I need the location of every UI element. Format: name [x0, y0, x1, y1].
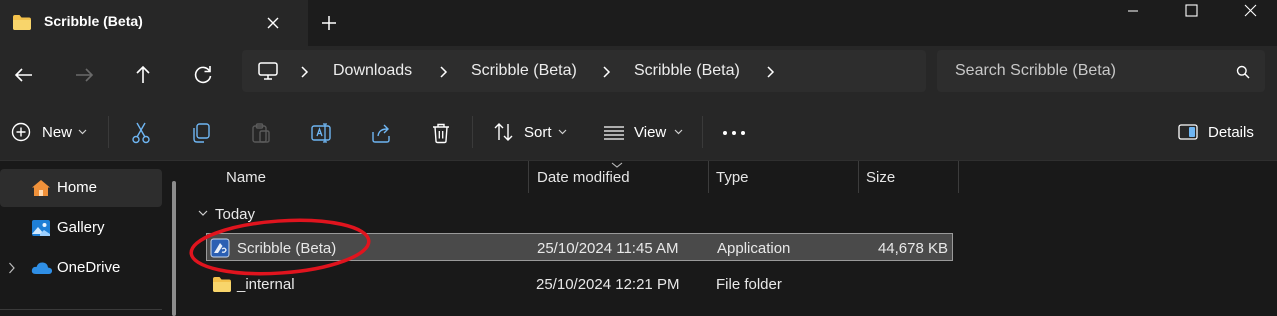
column-divider[interactable] — [858, 161, 859, 193]
forward-icon — [69, 60, 99, 90]
rename-icon[interactable] — [310, 122, 332, 144]
sidebar-item-label: OneDrive — [57, 259, 121, 276]
sidebar-item-gallery[interactable]: Gallery — [0, 209, 162, 247]
search-box[interactable]: Search Scribble (Beta) — [937, 50, 1265, 92]
column-header-size[interactable]: Size — [866, 169, 895, 186]
file-type: Application — [717, 240, 791, 257]
sort-chevron-icon — [611, 162, 623, 168]
sidebar-scrollbar[interactable] — [172, 181, 176, 316]
view-icon[interactable] — [603, 125, 625, 141]
column-divider[interactable] — [958, 161, 959, 193]
address-row: Downloads Scribble (Beta) Scribble (Beta… — [0, 46, 1277, 102]
file-name[interactable]: _internal — [237, 276, 295, 293]
close-window-icon[interactable] — [1228, 0, 1274, 22]
toolbar-divider — [472, 116, 473, 148]
column-header-date-modified[interactable]: Date modified — [537, 169, 630, 186]
file-type: File folder — [716, 276, 782, 293]
column-header-name[interactable]: Name — [226, 169, 266, 186]
new-plus-icon[interactable] — [11, 122, 31, 142]
command-bar: New Sort View Details — [0, 102, 1277, 160]
share-icon[interactable] — [370, 122, 392, 144]
delete-icon[interactable] — [431, 122, 451, 144]
folder-icon — [12, 14, 32, 31]
sidebar-item-label: Gallery — [57, 219, 105, 236]
folder-icon — [212, 276, 232, 293]
sidebar-divider — [0, 309, 162, 310]
cut-icon[interactable] — [131, 122, 151, 144]
home-icon — [31, 179, 51, 197]
chevron-right-icon[interactable] — [766, 66, 776, 78]
paste-icon — [251, 122, 271, 144]
new-tab-icon[interactable] — [321, 15, 337, 31]
window-tab[interactable]: Scribble (Beta) — [0, 0, 308, 46]
breadcrumb-scribble-current[interactable]: Scribble (Beta) — [634, 62, 740, 80]
minimize-icon[interactable] — [1110, 0, 1156, 22]
column-header-type[interactable]: Type — [716, 169, 749, 186]
file-size: 44,678 KB — [877, 240, 948, 257]
column-divider[interactable] — [708, 161, 709, 193]
chevron-down-icon[interactable] — [78, 129, 87, 135]
breadcrumb-downloads[interactable]: Downloads — [333, 62, 412, 80]
search-placeholder[interactable]: Search Scribble (Beta) — [955, 62, 1116, 80]
chevron-right-icon[interactable] — [602, 66, 612, 78]
file-date-modified: 25/10/2024 11:45 AM — [537, 240, 679, 257]
gallery-icon — [31, 219, 51, 237]
red-circle-annotation — [189, 218, 371, 276]
details-pane-icon[interactable] — [1178, 124, 1198, 140]
title-bar: Scribble (Beta) — [0, 0, 1277, 46]
sort-icon[interactable] — [493, 122, 515, 142]
column-divider[interactable] — [528, 161, 529, 193]
breadcrumb[interactable]: Downloads Scribble (Beta) Scribble (Beta… — [242, 50, 926, 92]
maximize-icon[interactable] — [1168, 0, 1214, 22]
more-options-icon[interactable] — [723, 131, 745, 135]
chevron-right-icon[interactable] — [8, 262, 16, 274]
sidebar-item-home[interactable]: Home — [0, 169, 162, 207]
refresh-icon[interactable] — [188, 60, 218, 90]
tab-title: Scribble (Beta) — [44, 13, 143, 29]
file-list: Name Date modified Type Size Today Scrib… — [186, 161, 1277, 316]
chevron-right-icon[interactable] — [300, 66, 310, 78]
file-date-modified: 25/10/2024 12:21 PM — [536, 276, 680, 293]
view-button[interactable]: View — [634, 124, 666, 141]
chevron-right-icon[interactable] — [439, 66, 449, 78]
up-icon[interactable] — [128, 60, 158, 90]
toolbar-divider — [108, 116, 109, 148]
sidebar-item-onedrive[interactable]: OneDrive — [0, 249, 162, 287]
details-button[interactable]: Details — [1208, 124, 1254, 141]
chevron-down-icon[interactable] — [674, 129, 683, 135]
chevron-down-icon[interactable] — [558, 129, 567, 135]
sidebar-item-label: Home — [57, 179, 98, 196]
breadcrumb-scribble-parent[interactable]: Scribble (Beta) — [471, 62, 577, 80]
onedrive-icon — [31, 261, 53, 275]
sort-button[interactable]: Sort — [524, 124, 552, 141]
toolbar-divider — [702, 116, 703, 148]
this-pc-icon[interactable] — [257, 61, 279, 81]
close-tab-icon[interactable] — [266, 16, 280, 30]
navigation-pane: Home Gallery OneDrive — [0, 161, 186, 316]
new-button[interactable]: New — [42, 124, 72, 141]
search-icon[interactable] — [1236, 65, 1250, 79]
back-icon[interactable] — [9, 60, 39, 90]
copy-icon[interactable] — [191, 122, 211, 144]
